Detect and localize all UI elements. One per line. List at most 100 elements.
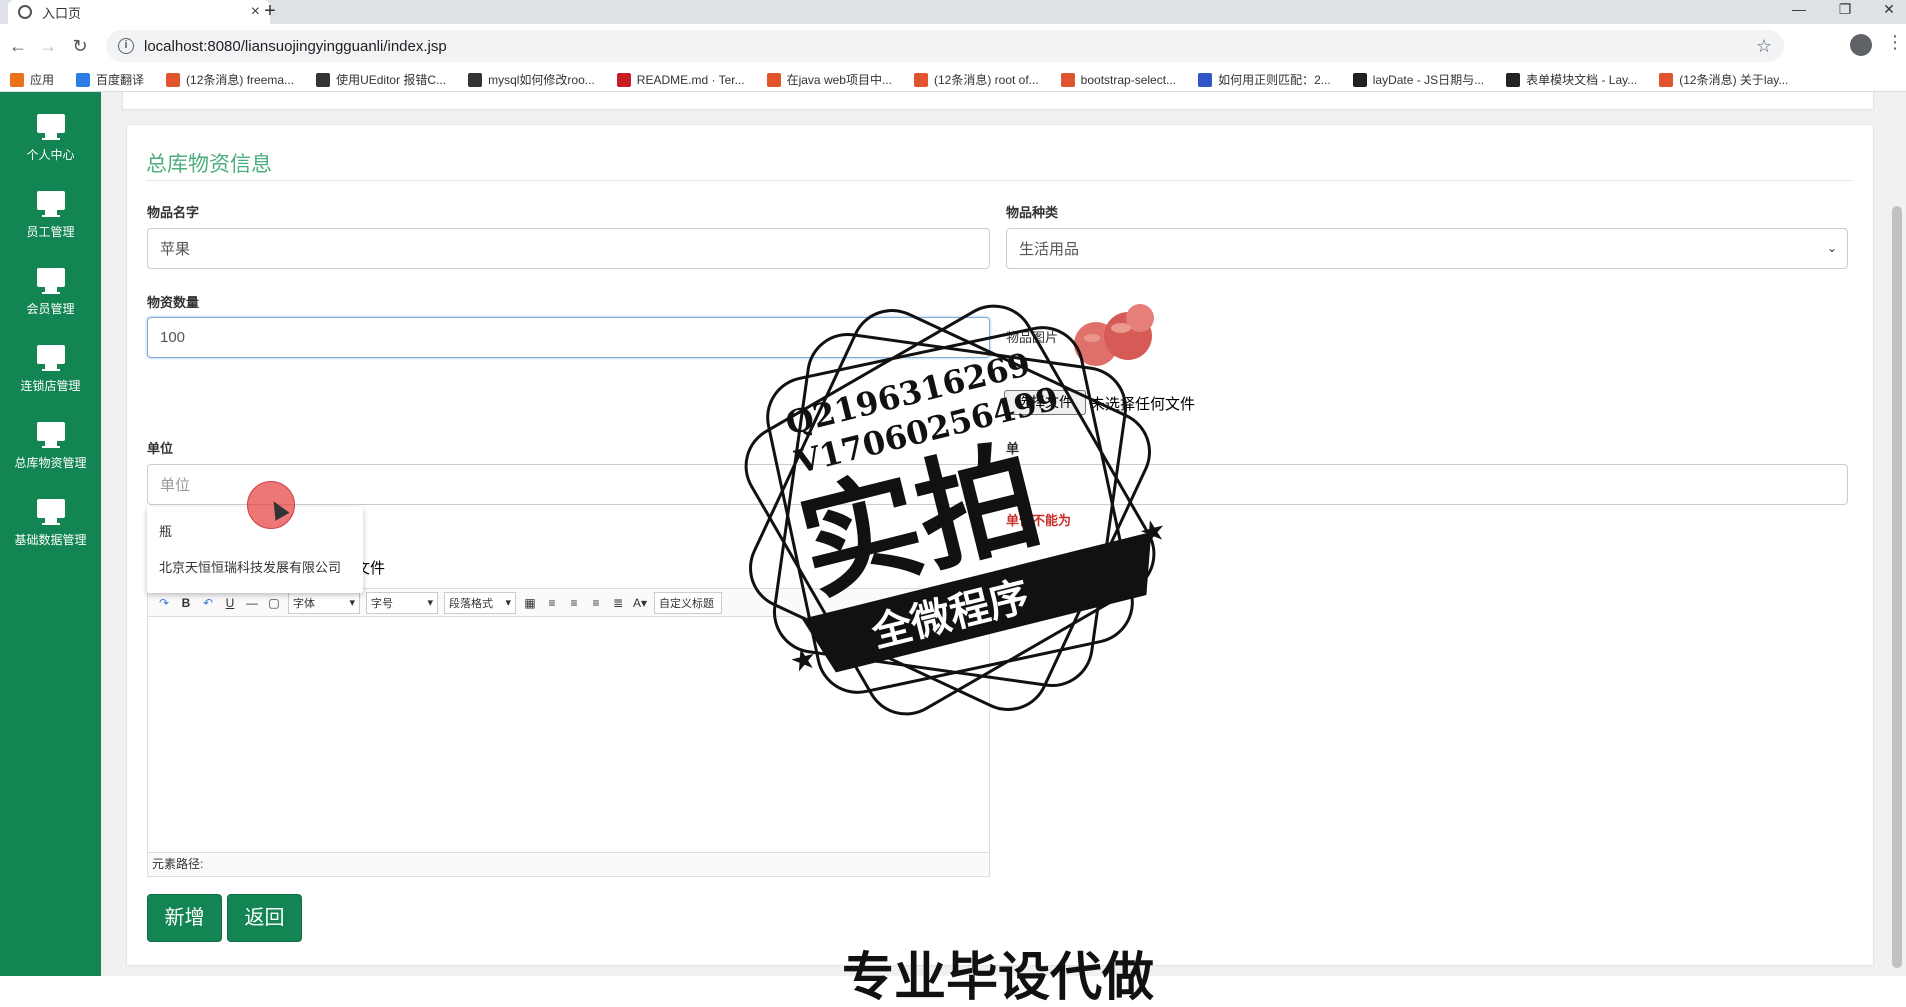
rich-text-editor[interactable]: ↷ B ↶ U — ▢ 字体 ▾ 字号 ▾ 段落格式 ▾ ▦ ≡ ≡ ≡ ≣ A▾ 自…: [147, 588, 990, 877]
type-select[interactable]: 生活用品 ⌄: [1006, 228, 1848, 269]
redo-icon[interactable]: ↷: [156, 596, 172, 610]
bookmark-favicon-icon: [1659, 72, 1674, 87]
back-arrow-icon[interactable]: ←: [6, 34, 30, 58]
align-left-icon[interactable]: ≡: [544, 596, 560, 610]
bookmark-favicon-icon: [1060, 72, 1075, 87]
bookmark-item[interactable]: mysql如何修改roo...: [468, 71, 595, 88]
sidebar-item-label: 个人中心: [26, 148, 75, 162]
sidebar-item-0[interactable]: 个人中心: [0, 92, 101, 169]
align-justify-icon[interactable]: ≣: [610, 596, 626, 610]
sidebar-item-label: 基础数据管理: [14, 533, 87, 547]
monitor-icon: [36, 422, 65, 448]
bookmark-favicon-icon: [76, 72, 91, 87]
monitor-icon: [36, 114, 65, 140]
bookmark-label: 表单模块文档 - Lay...: [1526, 73, 1638, 87]
browser-tab[interactable]: 入口页 ×: [8, 0, 270, 24]
chevron-down-icon: ⌄: [1826, 241, 1837, 255]
bookmark-label: 应用: [30, 73, 55, 87]
bookmark-item[interactable]: layDate - JS日期与...: [1352, 71, 1484, 88]
bookmark-favicon-icon: [913, 72, 928, 87]
page-icon[interactable]: ▢: [266, 596, 282, 610]
align-right-icon[interactable]: ≡: [566, 596, 582, 610]
restore-icon[interactable]: ❐: [1822, 0, 1868, 24]
forward-arrow-icon[interactable]: →: [36, 34, 60, 58]
menu-kebab-icon[interactable]: ⋮: [1886, 32, 1904, 53]
bookmark-item[interactable]: (12条消息) freema...: [166, 71, 294, 88]
paragraph-select[interactable]: 段落格式 ▾: [444, 591, 516, 614]
sidebar-item-2[interactable]: 会员管理: [0, 246, 101, 323]
custom-title-select[interactable]: 自定义标题: [654, 591, 722, 614]
bold-icon[interactable]: B: [178, 596, 194, 610]
scrollbar[interactable]: [1888, 92, 1906, 976]
monitor-icon: [36, 191, 65, 217]
hr-icon[interactable]: —: [244, 596, 260, 610]
editor-status-bar: 元素路径:: [148, 852, 989, 876]
sidebar-item-label: 员工管理: [26, 225, 75, 239]
table-icon[interactable]: ▦: [522, 596, 538, 610]
unit-label: 单位: [147, 441, 174, 456]
underline-icon[interactable]: U: [222, 596, 238, 610]
dropdown-option[interactable]: 北京天恒恒瑞科技发展有限公司: [147, 548, 363, 584]
info-icon[interactable]: i: [118, 38, 134, 54]
add-button[interactable]: 新增: [147, 894, 222, 942]
address-bar: ← → ↻ i localhost:8080/liansuojingyinggu…: [0, 24, 1906, 68]
sidebar: 个人中心员工管理会员管理连锁店管理总库物资管理基础数据管理: [0, 92, 101, 976]
top-card-edge: [122, 92, 1874, 110]
image-label: 物品图片: [1006, 330, 1059, 345]
qty-input[interactable]: 100: [147, 317, 990, 358]
new-tab-button[interactable]: +: [256, 0, 284, 24]
bookmark-item[interactable]: 如何用正则匹配：2...: [1198, 71, 1331, 88]
sidebar-item-5[interactable]: 基础数据管理: [0, 477, 101, 554]
sidebar-item-1[interactable]: 员工管理: [0, 169, 101, 246]
bookmark-item[interactable]: (12条消息) root of...: [913, 71, 1039, 88]
bookmark-favicon-icon: [1198, 72, 1213, 87]
name-label: 物品名字: [147, 205, 200, 220]
monitor-icon: [36, 499, 65, 525]
bookmark-star-icon[interactable]: ☆: [1756, 36, 1772, 57]
minimize-icon[interactable]: —: [1776, 0, 1822, 24]
sidebar-item-4[interactable]: 总库物资管理: [0, 400, 101, 477]
align-center-icon[interactable]: ≡: [588, 596, 604, 610]
globe-icon: [18, 5, 32, 19]
unit-input[interactable]: 单位: [147, 464, 1848, 505]
bookmarks-bar: 应用 百度翻译 (12条消息) freema... 使用UEditor 报错C... m…: [0, 68, 1906, 92]
scrollbar-thumb[interactable]: [1892, 206, 1902, 968]
bookmark-item[interactable]: README.md · Ter...: [616, 72, 745, 87]
bookmark-label: bootstrap-select...: [1080, 72, 1177, 87]
title-divider: [146, 180, 1852, 181]
reload-icon[interactable]: ↻: [68, 34, 92, 58]
page-title: 总库物资信息: [146, 153, 272, 176]
bookmark-item[interactable]: 应用: [10, 71, 54, 88]
bookmark-label: README.md · Ter...: [636, 72, 745, 87]
bookmark-label: (12条消息) freema...: [186, 73, 295, 87]
undo-icon[interactable]: ↶: [200, 596, 216, 610]
bookmark-favicon-icon: [166, 72, 181, 87]
back-button[interactable]: 返回: [227, 894, 302, 942]
url-field[interactable]: i localhost:8080/liansuojingyingguanli/i…: [106, 30, 1784, 62]
bookmark-favicon-icon: [468, 72, 483, 87]
bookmark-label: 如何用正则匹配：2...: [1218, 73, 1331, 87]
qty-label: 物资数量: [147, 295, 200, 310]
close-window-icon[interactable]: ✕: [1866, 0, 1906, 24]
font-family-select[interactable]: 字体 ▾: [288, 591, 360, 614]
tab-title: 入口页: [42, 5, 82, 21]
bookmark-label: (12条消息) 关于lay...: [1679, 73, 1789, 87]
sidebar-item-3[interactable]: 连锁店管理: [0, 323, 101, 400]
bookmark-item[interactable]: bootstrap-select...: [1060, 72, 1177, 87]
bookmark-item[interactable]: 表单模块文档 - Lay...: [1506, 71, 1637, 88]
font-color-icon[interactable]: A▾: [632, 596, 648, 610]
name-value: 苹果: [160, 241, 191, 258]
element-path-label: 元素路径:: [152, 857, 204, 871]
bookmark-item[interactable]: 使用UEditor 报错C...: [316, 71, 446, 88]
font-size-select[interactable]: 字号 ▾: [366, 591, 438, 614]
bookmark-label: 使用UEditor 报错C...: [336, 73, 447, 87]
name-input[interactable]: 苹果: [147, 228, 990, 269]
bookmark-favicon-icon: [1352, 72, 1367, 87]
bookmark-item[interactable]: 百度翻译: [76, 71, 144, 88]
choose-file-button[interactable]: 选择文件: [1004, 390, 1086, 415]
sidebar-item-label: 连锁店管理: [20, 379, 81, 393]
bookmark-item[interactable]: (12条消息) 关于lay...: [1659, 71, 1788, 88]
bookmark-item[interactable]: 在java web项目中...: [766, 71, 892, 88]
file-status: 未选择任何文件: [1090, 396, 1196, 413]
profile-avatar-icon[interactable]: [1850, 34, 1872, 56]
